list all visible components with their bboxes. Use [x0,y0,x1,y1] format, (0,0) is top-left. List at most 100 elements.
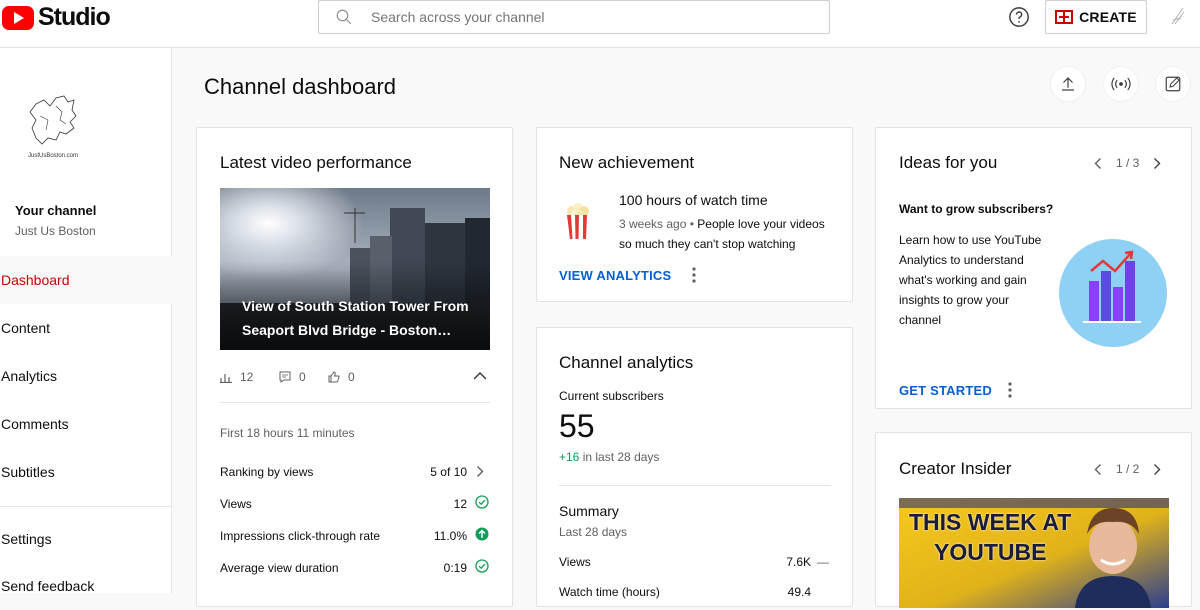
studio-logo[interactable]: Studio [2,3,111,32]
subscribers-change-value: +16 [559,450,580,464]
card-title: Ideas for you [899,153,998,172]
summary-title: Summary [559,503,619,519]
sidebar-item-label: Content [1,320,51,336]
card-title: Creator Insider [899,459,1012,478]
search-bar[interactable] [318,0,830,34]
analytics-chart-illustration-icon [1059,239,1167,347]
sidebar-item-send-feedback[interactable]: Send feedback [0,562,172,610]
ctr-value: 11.0% [433,529,467,543]
card-divider [559,485,831,486]
ranking-value: 5 of 10 [430,465,467,479]
ranking-label: Ranking by views [220,465,314,479]
sidebar-item-content[interactable]: Content [0,304,172,352]
check-circle-icon [475,495,489,509]
views-stat: 12 [220,370,253,384]
comments-stat: 0 [279,370,306,384]
account-avatar-icon[interactable] [1166,4,1190,28]
separator-dot: • [689,217,694,231]
avd-label: Average view duration [220,561,339,575]
sidebar-item-label: Comments [1,416,69,432]
sidebar: JustUsBoston.com Your channel Just Us Bo… [0,48,172,594]
creator-insider-page-indicator: 1 / 2 [1116,462,1140,476]
chevron-right-icon[interactable] [1153,463,1161,476]
create-button[interactable]: CREATE [1045,0,1147,34]
achievement-card: New achievement 100 hours of watch time … [536,127,853,302]
views-label: Views [220,497,252,511]
card-title: Channel analytics [559,353,694,372]
comments-count: 0 [299,370,306,384]
help-icon[interactable] [1008,6,1030,28]
thumbnail-text-line1: THIS WEEK AT [909,509,1072,535]
create-label: CREATE [1079,9,1137,25]
go-live-button[interactable] [1103,66,1139,102]
ideas-question: Want to grow subscribers? [899,202,1054,216]
sidebar-divider [0,506,172,507]
video-title: View of South Station Tower From Seaport… [242,298,469,338]
chevron-right-icon[interactable] [476,465,484,478]
chevron-up-icon[interactable] [473,371,487,381]
thumbs-up-icon [328,371,340,383]
card-title: Latest video performance [220,153,412,172]
subscribers-label: Current subscribers [559,389,664,403]
upload-icon [1062,77,1074,91]
channel-analytics-card: Channel analytics Current subscribers 55… [536,327,853,607]
edit-post-icon [1165,76,1181,92]
video-thumbnail[interactable]: View of South Station Tower From Seaport… [220,188,490,350]
get-started-link[interactable]: GET STARTED [899,383,992,398]
create-video-icon [1055,10,1074,24]
ctr-label: Impressions click-through rate [220,529,381,543]
ideas-card: Ideas for you 1 / 3 Want to grow subscri… [875,127,1192,409]
creator-insider-pager: 1 / 2 [1094,462,1161,476]
subscribers-change: +16 in last 28 days [559,450,659,464]
sidebar-item-label: Subtitles [1,464,55,480]
ideas-pager: 1 / 3 [1094,156,1161,170]
likes-count: 0 [348,370,355,384]
summary-views-trend: — [817,555,829,569]
card-divider [220,402,490,403]
achievement-text: 3 weeks ago • People love your videos so… [619,214,834,254]
sidebar-item-comments[interactable]: Comments [0,400,172,448]
sidebar-item-label: Send feedback [1,578,95,594]
popcorn-icon [567,203,589,239]
top-bar: Studio CREATE [0,0,1200,48]
sidebar-item-settings[interactable]: Settings [0,515,172,563]
creator-insider-thumbnail[interactable]: THIS WEEK AT YOUTUBE [899,498,1169,608]
creator-insider-card: Creator Insider 1 / 2 THIS WEEK AT YOUTU… [875,432,1192,608]
channel-name: Just Us Boston [15,224,96,238]
chevron-left-icon[interactable] [1094,463,1102,476]
page-title: Channel dashboard [204,74,397,99]
upload-button[interactable] [1050,66,1086,102]
period-label: First 18 hours 11 minutes [220,426,355,440]
more-options-icon[interactable] [1008,382,1012,398]
sidebar-item-subtitles[interactable]: Subtitles [0,448,172,496]
thumbnail-text-line2: YOUTUBE [934,539,1047,565]
check-circle-icon [475,559,489,573]
avd-value: 0:19 [443,561,467,575]
summary-period: Last 28 days [559,525,628,539]
arrow-up-circle-icon [475,527,489,541]
search-input[interactable] [371,9,791,25]
chevron-left-icon[interactable] [1094,157,1102,170]
views-value: 12 [453,497,467,511]
youtube-logo-icon [2,5,34,30]
live-broadcast-icon [1111,77,1131,91]
sidebar-item-label: Analytics [1,368,58,384]
summary-watchtime-value: 49.4 [787,585,811,599]
achievement-headline: 100 hours of watch time [619,192,768,208]
chevron-right-icon[interactable] [1153,157,1161,170]
sidebar-item-dashboard[interactable]: Dashboard [0,256,172,304]
summary-watchtime-label: Watch time (hours) [559,585,660,599]
bar-chart-icon [220,374,232,383]
channel-logo[interactable] [26,92,82,160]
sidebar-item-analytics[interactable]: Analytics [0,352,172,400]
search-icon [336,9,352,25]
summary-views-label: Views [559,555,591,569]
subscribers-value: 55 [559,408,595,444]
sidebar-item-label: Dashboard [1,272,70,288]
view-analytics-link[interactable]: VIEW ANALYTICS [559,268,671,283]
create-post-button[interactable] [1155,66,1191,102]
ideas-body: Learn how to use YouTube Analytics to un… [899,233,1042,327]
your-channel-label[interactable]: Your channel [15,203,96,218]
more-options-icon[interactable] [692,267,696,283]
views-count: 12 [240,370,254,384]
